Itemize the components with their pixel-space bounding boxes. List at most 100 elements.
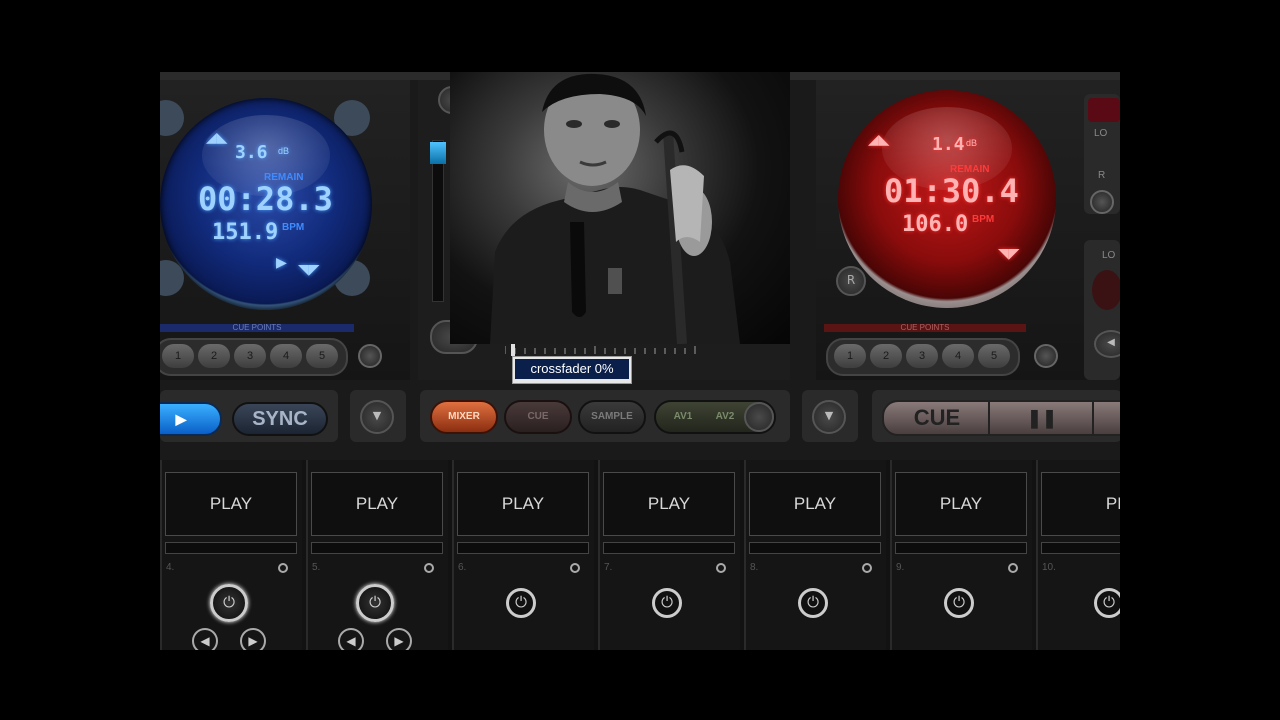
pad-prev-icon[interactable]: ◀ bbox=[192, 628, 218, 650]
right-deck-menu-button[interactable]: ▼ bbox=[812, 400, 846, 434]
pad-indicator-icon[interactable] bbox=[570, 563, 580, 573]
right-jog-wheel[interactable]: ◢◣ 1.4 dB REMAIN 01:30.4 106.0 BPM ◥◤ bbox=[838, 90, 1056, 308]
sync-button[interactable]: SYNC bbox=[232, 402, 328, 436]
right-cue-point-1[interactable]: 1 bbox=[834, 344, 866, 368]
pad-next-icon[interactable]: ▶ bbox=[386, 628, 412, 650]
av2-tab-button[interactable]: AV2 bbox=[704, 406, 746, 428]
right-pitch-unit: dB bbox=[966, 138, 978, 148]
right-bpm-value: 106.0 bbox=[902, 212, 969, 237]
webcam-overlay-photo bbox=[450, 72, 790, 344]
av-tab-group: AV1 AV2 bbox=[654, 400, 776, 434]
pad-progress-bar bbox=[749, 542, 881, 554]
left-cue-points-strip: 1 2 3 4 5 bbox=[160, 338, 348, 376]
right-cue-point-2[interactable]: 2 bbox=[870, 344, 902, 368]
right-cue-point-5[interactable]: 5 bbox=[978, 344, 1010, 368]
pad-prev-icon[interactable]: ◀ bbox=[338, 628, 364, 650]
right-cue-button[interactable]: CUE bbox=[882, 400, 992, 436]
right-side-knob[interactable] bbox=[1090, 190, 1114, 214]
pitch-indicator-icon: ◥◤ bbox=[998, 246, 1020, 262]
right-cue-point-4[interactable]: 4 bbox=[942, 344, 974, 368]
right-side-prev-button[interactable]: ◀ bbox=[1094, 330, 1120, 358]
pad-number: 8. bbox=[750, 562, 759, 573]
pad-play-button[interactable]: PLAY bbox=[603, 472, 735, 536]
left-jog-wheel[interactable]: ◢◣ 3.6 dB REMAIN 00:28.3 151.9 BPM ▶ ◥◤ bbox=[160, 98, 372, 310]
pad-progress-bar bbox=[895, 542, 1027, 554]
pad-next-icon[interactable]: ▶ bbox=[240, 628, 266, 650]
pitch-indicator-icon: ◢◣ bbox=[868, 132, 890, 148]
pad-play-button[interactable]: PLAY bbox=[457, 472, 589, 536]
pad-5: PLAY 8. ⏻ bbox=[744, 460, 886, 650]
right-pitch-value: 1.4 bbox=[932, 134, 965, 155]
left-cue-point-2[interactable]: 2 bbox=[198, 344, 230, 368]
right-play-button[interactable] bbox=[1092, 400, 1120, 436]
pad-indicator-icon[interactable] bbox=[424, 563, 434, 573]
av1-tab-button[interactable]: AV1 bbox=[660, 406, 706, 428]
left-cue-point-5[interactable]: 5 bbox=[306, 344, 338, 368]
control-row: ▶ SYNC ▼ MIXER CUE SAMPLE AV1 AV2 ▼ CUE … bbox=[160, 386, 1120, 448]
pad-6: PLAY 9. ⏻ bbox=[890, 460, 1032, 650]
right-side-label: LO bbox=[1094, 128, 1108, 139]
pad-power-icon[interactable]: ⏻ bbox=[652, 588, 682, 618]
right-side-red-button[interactable] bbox=[1088, 98, 1120, 122]
pad-number: 9. bbox=[896, 562, 905, 573]
pad-power-icon[interactable]: ⏻ bbox=[356, 584, 394, 622]
pad-power-icon[interactable]: ⏻ bbox=[798, 588, 828, 618]
pad-power-icon[interactable]: ⏻ bbox=[506, 588, 536, 618]
pitch-indicator-icon: ◢◣ bbox=[206, 130, 228, 146]
sample-tab-button[interactable]: SAMPLE bbox=[578, 400, 646, 434]
pad-play-button[interactable]: PLAY bbox=[165, 472, 297, 536]
pad-progress-bar bbox=[311, 542, 443, 554]
left-deck-menu-button[interactable]: ▼ bbox=[360, 400, 394, 434]
pad-progress-bar bbox=[603, 542, 735, 554]
pad-play-button[interactable]: PLAY bbox=[1041, 472, 1120, 536]
pad-play-button[interactable]: PLAY bbox=[311, 472, 443, 536]
crossfader-handle[interactable] bbox=[511, 344, 515, 356]
left-cue-knob[interactable] bbox=[358, 344, 382, 368]
left-cue-point-4[interactable]: 4 bbox=[270, 344, 302, 368]
pad-progress-bar bbox=[457, 542, 589, 554]
pad-indicator-icon[interactable] bbox=[716, 563, 726, 573]
pad-play-button[interactable]: PLAY bbox=[895, 472, 1027, 536]
right-side-label: LO bbox=[1102, 250, 1116, 261]
left-pitch-unit: dB bbox=[278, 146, 290, 156]
dj-software-window: ◢◣ 3.6 dB REMAIN 00:28.3 151.9 BPM ▶ ◥◤ … bbox=[160, 72, 1120, 650]
left-bpm-label: BPM bbox=[282, 222, 305, 233]
pad-play-button[interactable]: PLAY bbox=[749, 472, 881, 536]
right-side-panel-bottom: LO ◀ bbox=[1084, 240, 1120, 380]
crossfader-tooltip: crossfader 0% bbox=[512, 356, 632, 384]
right-time-display: 01:30.4 bbox=[884, 172, 1019, 210]
right-side-dial[interactable] bbox=[1092, 270, 1120, 310]
left-bpm-value: 151.9 bbox=[212, 220, 279, 245]
pad-number: 5. bbox=[312, 562, 321, 573]
pitch-indicator-icon: ◥◤ bbox=[298, 262, 320, 278]
person-with-violin-image bbox=[490, 73, 740, 344]
pad-power-icon[interactable]: ⏻ bbox=[1094, 588, 1120, 618]
left-deck-panel: ◢◣ 3.6 dB REMAIN 00:28.3 151.9 BPM ▶ ◥◤ … bbox=[160, 80, 410, 380]
pad-indicator-icon[interactable] bbox=[278, 563, 288, 573]
mixer-tab-button[interactable]: MIXER bbox=[430, 400, 498, 434]
crossfader-tooltip-text: crossfader 0% bbox=[515, 359, 629, 379]
av-knob[interactable] bbox=[744, 402, 774, 432]
pad-indicator-icon[interactable] bbox=[1008, 563, 1018, 573]
pad-power-icon[interactable]: ⏻ bbox=[210, 584, 248, 622]
left-cue-point-1[interactable]: 1 bbox=[162, 344, 194, 368]
right-cue-point-3[interactable]: 3 bbox=[906, 344, 938, 368]
pad-progress-bar bbox=[1041, 542, 1120, 554]
left-cue-point-3[interactable]: 3 bbox=[234, 344, 266, 368]
left-pitch-value: 3.6 bbox=[235, 142, 268, 163]
right-cue-points-title: CUE POINTS bbox=[824, 324, 1026, 332]
cue-tab-button[interactable]: CUE bbox=[504, 400, 572, 434]
right-cue-knob[interactable] bbox=[1034, 344, 1058, 368]
pad-2: PLAY 5. ⏻ ◀ ▶ bbox=[306, 460, 448, 650]
left-play-button[interactable]: ▶ bbox=[160, 402, 222, 436]
left-deck-corner-knob[interactable] bbox=[160, 100, 184, 136]
pad-indicator-icon[interactable] bbox=[862, 563, 872, 573]
pad-number: 4. bbox=[166, 562, 175, 573]
pitch-slider-handle[interactable] bbox=[430, 142, 446, 164]
left-play-icon: ▶ bbox=[276, 252, 287, 273]
pad-power-icon[interactable]: ⏻ bbox=[944, 588, 974, 618]
sample-pads-row: PLAY 4. ⏻ ◀ ▶ PLAY 5. ⏻ ◀ ▶ PLAY 6. ⏻ PL… bbox=[160, 460, 1120, 650]
right-deck-r-button[interactable]: R bbox=[836, 266, 866, 296]
pad-number: 7. bbox=[604, 562, 613, 573]
right-pause-button[interactable]: ❚❚ bbox=[988, 400, 1096, 436]
